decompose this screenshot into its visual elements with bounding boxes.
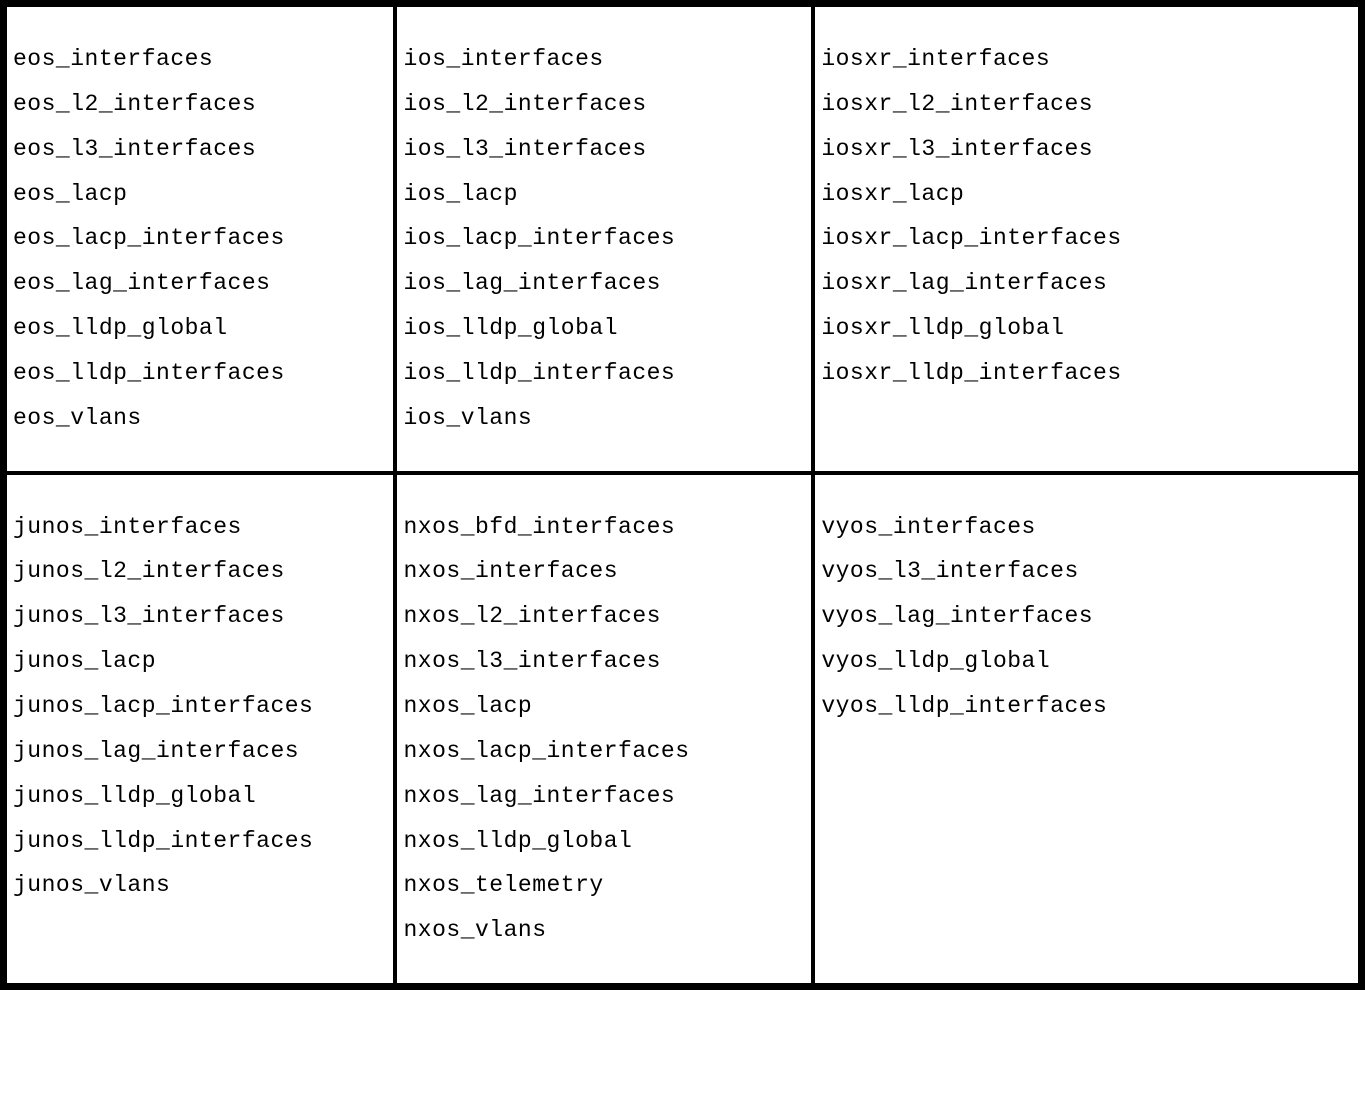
list-item: eos_l2_interfaces [13,82,393,127]
list-item: iosxr_lldp_global [821,306,1358,351]
list-item: ios_interfaces [403,37,811,82]
list-item: eos_l3_interfaces [13,127,393,172]
list-item: nxos_l3_interfaces [403,639,811,684]
list-item: nxos_lacp_interfaces [403,729,811,774]
list-item: junos_lag_interfaces [13,729,393,774]
cell-ios: ios_interfaces ios_l2_interfaces ios_l3_… [395,5,813,473]
list-item: vyos_lldp_global [821,639,1358,684]
list-item: ios_vlans [403,396,811,441]
list-item: eos_lldp_global [13,306,393,351]
list-item: iosxr_interfaces [821,37,1358,82]
list-item: nxos_lag_interfaces [403,774,811,819]
list-item: eos_interfaces [13,37,393,82]
cell-junos: junos_interfaces junos_l2_interfaces jun… [5,473,395,985]
list-item: ios_lacp [403,172,811,217]
cell-eos: eos_interfaces eos_l2_interfaces eos_l3_… [5,5,395,473]
list-item: ios_lacp_interfaces [403,216,811,261]
list-item: ios_l2_interfaces [403,82,811,127]
list-item: eos_lacp_interfaces [13,216,393,261]
list-item: iosxr_lldp_interfaces [821,351,1358,396]
list-item: ios_lldp_global [403,306,811,351]
list-item: eos_lag_interfaces [13,261,393,306]
list-item: junos_l3_interfaces [13,594,393,639]
list-item: ios_l3_interfaces [403,127,811,172]
cell-nxos: nxos_bfd_interfaces nxos_interfaces nxos… [395,473,813,985]
list-item: junos_lldp_global [13,774,393,819]
list-item: iosxr_lag_interfaces [821,261,1358,306]
list-item: vyos_interfaces [821,505,1358,550]
cell-iosxr: iosxr_interfaces iosxr_l2_interfaces ios… [813,5,1360,473]
module-grid: eos_interfaces eos_l2_interfaces eos_l3_… [0,0,1365,990]
list-item: ios_lldp_interfaces [403,351,811,396]
list-item: junos_interfaces [13,505,393,550]
list-item: vyos_l3_interfaces [821,549,1358,594]
list-item: iosxr_lacp_interfaces [821,216,1358,261]
list-item: eos_lldp_interfaces [13,351,393,396]
list-item: nxos_bfd_interfaces [403,505,811,550]
list-item: vyos_lag_interfaces [821,594,1358,639]
list-item: junos_lacp_interfaces [13,684,393,729]
list-item: nxos_lacp [403,684,811,729]
cell-vyos: vyos_interfaces vyos_l3_interfaces vyos_… [813,473,1360,985]
list-item: eos_vlans [13,396,393,441]
list-item: nxos_interfaces [403,549,811,594]
list-item: junos_lacp [13,639,393,684]
list-item: nxos_vlans [403,908,811,953]
list-item: nxos_telemetry [403,863,811,908]
list-item: junos_lldp_interfaces [13,819,393,864]
list-item: iosxr_l2_interfaces [821,82,1358,127]
list-item: vyos_lldp_interfaces [821,684,1358,729]
list-item: ios_lag_interfaces [403,261,811,306]
list-item: nxos_lldp_global [403,819,811,864]
list-item: nxos_l2_interfaces [403,594,811,639]
list-item: junos_vlans [13,863,393,908]
list-item: junos_l2_interfaces [13,549,393,594]
list-item: iosxr_l3_interfaces [821,127,1358,172]
list-item: eos_lacp [13,172,393,217]
list-item: iosxr_lacp [821,172,1358,217]
